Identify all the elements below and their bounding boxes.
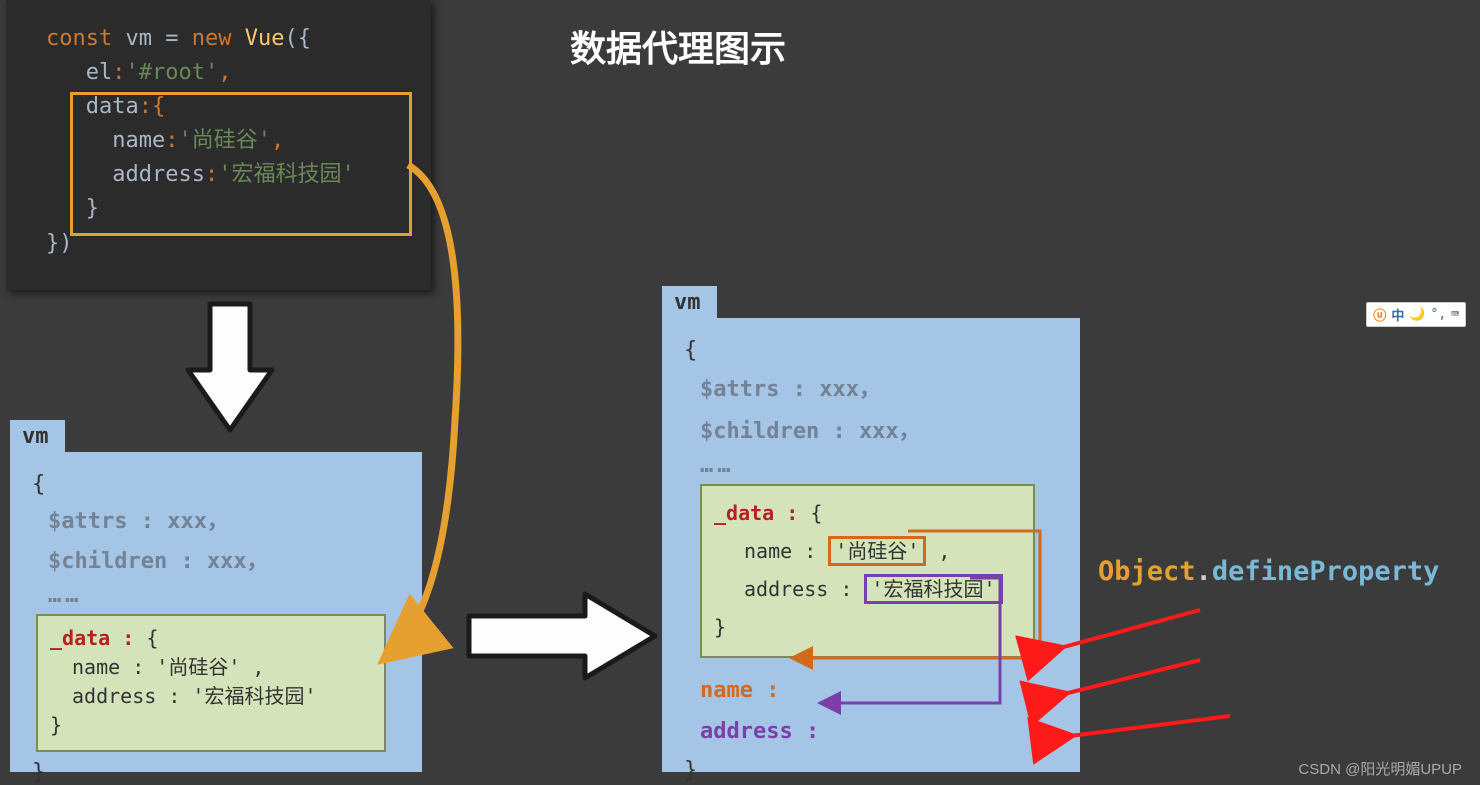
brace-close-inner: }: [50, 711, 372, 740]
data-box-right: _data : { name : '尚硅谷' , address : '宏福科技…: [700, 484, 1035, 658]
vm-panel-right: vm { $attrs : xxx， $children : xxx， …… _…: [662, 318, 1080, 772]
diagram-title: 数据代理图示: [570, 20, 786, 72]
brace-open: {: [32, 472, 400, 497]
code-name-val: '尚硅谷': [178, 128, 271, 153]
code-close-outer: }): [46, 231, 73, 256]
code-data-brace: :{: [139, 94, 166, 119]
code-name-key: name: [112, 128, 165, 153]
brace-close-inner2: }: [714, 608, 1021, 646]
arrow-code-to-vm-icon: [180, 300, 280, 440]
csdn-watermark: CSDN @阳光明媚UPUP: [1298, 758, 1462, 779]
vm-panel-left: vm { $attrs : xxx， $children : xxx， …… _…: [10, 452, 422, 772]
data-box-left: _data : { name : '尚硅谷' , address : '宏福科技…: [36, 614, 386, 752]
code-colon: :: [112, 60, 125, 85]
code-eq: =: [165, 26, 192, 51]
data-addr-line: address : '宏福科技园': [72, 682, 372, 711]
defprop-method: defineProperty: [1212, 556, 1440, 587]
code-data-key: data: [86, 94, 139, 119]
data-key2: _data :: [714, 501, 810, 525]
arrow-vm-to-vm-icon: [465, 588, 665, 684]
code-keyword-const: const: [46, 26, 125, 51]
red-arrow-2-icon: [1064, 660, 1200, 694]
code-el-val: '#root': [126, 60, 219, 85]
vm-children2: $children : xxx，: [700, 413, 1058, 445]
vm-ellipsis: ……: [48, 583, 400, 608]
data-name-label: name :: [744, 539, 828, 563]
data-key: _data :: [50, 626, 146, 650]
brace-close: }: [32, 760, 400, 785]
ime-moon-icon: 🌙: [1409, 307, 1425, 322]
vm-attrs2: $attrs : xxx，: [700, 371, 1058, 403]
ime-indicator: ⓤ 中 🌙 °, ⌨: [1366, 302, 1466, 327]
defprop-object: Object: [1098, 556, 1196, 587]
data-name-comma: ,: [926, 539, 950, 563]
object-defineproperty-label: Object.defineProperty: [1098, 556, 1439, 587]
code-snippet-panel: const vm = new Vue({ el:'#root', data:{ …: [6, 0, 431, 290]
proxy-addr-key: address :: [700, 719, 819, 744]
vm-attrs: $attrs : xxx，: [48, 503, 400, 535]
code-id-vm: vm: [125, 26, 165, 51]
ime-keyboard-icon: ⌨: [1451, 307, 1459, 322]
proxy-name-key: name :: [700, 678, 779, 703]
code-addr-key: address: [112, 162, 205, 187]
code-keyword-new: new: [192, 26, 245, 51]
code-addr-val: '宏福科技园': [218, 162, 355, 187]
data-name-valbox: '尚硅谷': [828, 536, 926, 566]
red-arrow-3-icon: [1070, 716, 1230, 736]
red-arrow-1-icon: [1060, 610, 1200, 648]
defprop-dot: .: [1196, 556, 1212, 587]
data-addr-label: address :: [744, 577, 864, 601]
vm-tab-right: vm: [662, 286, 717, 319]
brace-close2: }: [684, 758, 1058, 783]
data-addr-valbox: '宏福科技园': [864, 574, 1002, 604]
code-comma: ,: [218, 60, 231, 85]
code-fn-vue: Vue: [245, 26, 285, 51]
ime-logo-icon: ⓤ: [1373, 305, 1386, 324]
ime-cn: 中: [1391, 305, 1404, 324]
brace-open-inner2: {: [810, 501, 822, 525]
ime-punct: °,: [1431, 307, 1447, 322]
vm-tab-left: vm: [10, 420, 65, 453]
brace-open-inner: {: [146, 626, 158, 650]
data-name-line: name : '尚硅谷' ,: [72, 653, 372, 682]
vm-children: $children : xxx，: [48, 543, 400, 575]
vm-ellipsis2: ……: [700, 453, 1058, 478]
code-close-inner: }: [86, 196, 99, 221]
brace-open2: {: [684, 338, 1058, 363]
code-el-key: el: [86, 60, 113, 85]
code-paren-open: ({: [284, 26, 311, 51]
